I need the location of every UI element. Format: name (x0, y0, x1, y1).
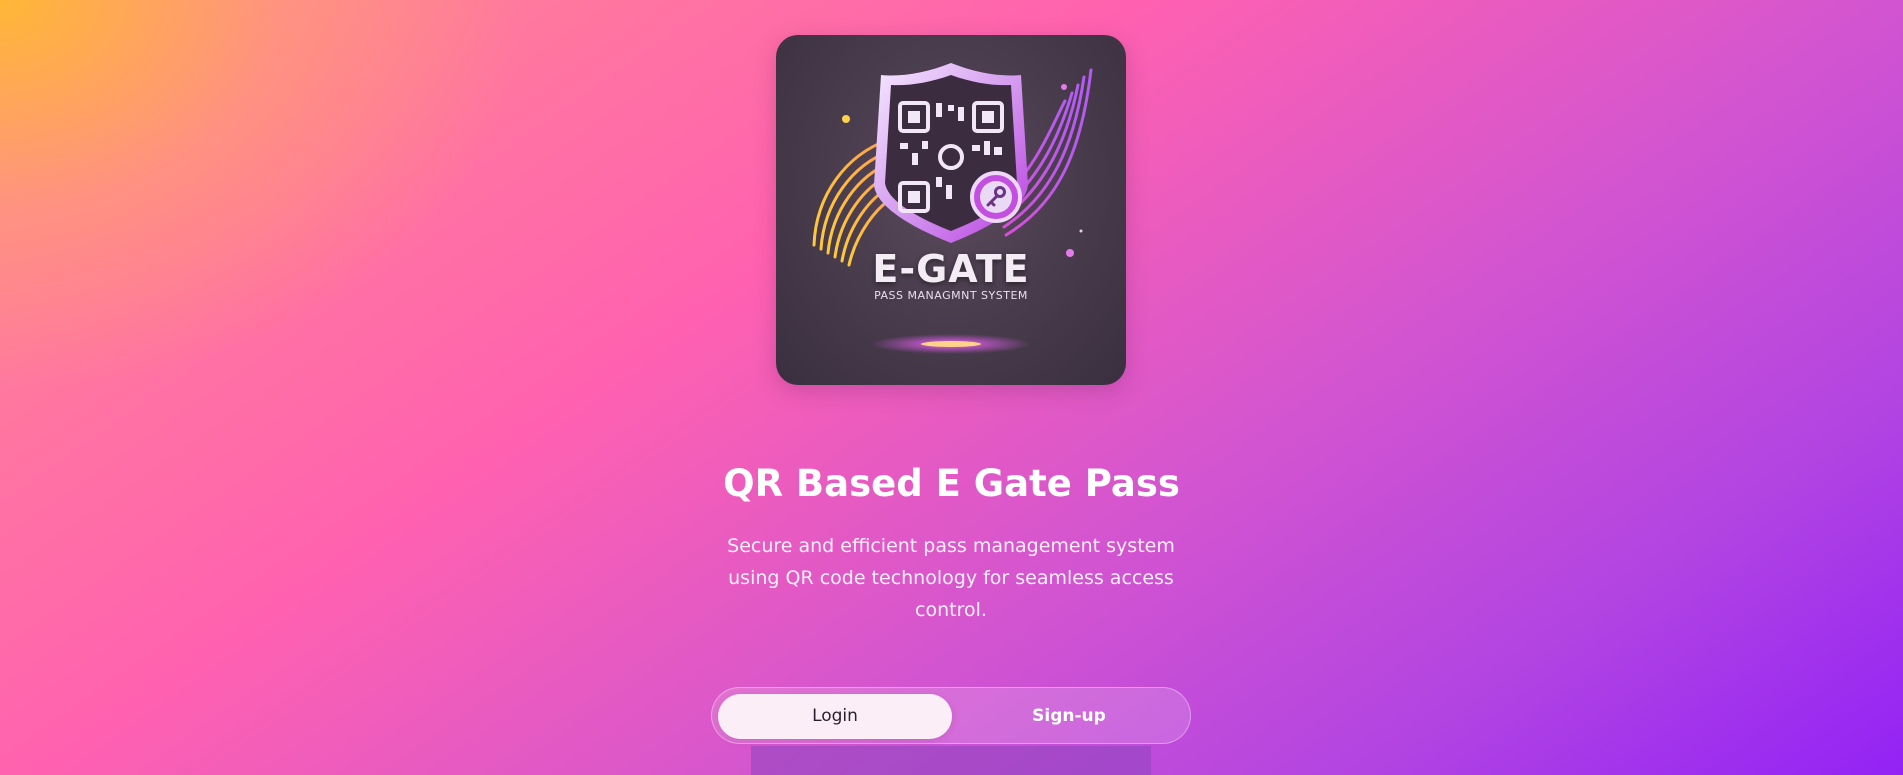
logo-brand-name: E-GATE (872, 247, 1030, 291)
auth-panel (751, 746, 1151, 775)
hero-section: E-GATE PASS MANAGMNT SYSTEM QR Based E G… (0, 0, 1903, 775)
page-title: QR Based E Gate Pass (723, 462, 1180, 505)
page-description: Secure and efficient pass management sys… (727, 535, 1175, 621)
signup-tab[interactable]: Sign-up (952, 694, 1186, 739)
logo-tagline: PASS MANAGMNT SYSTEM (874, 289, 1028, 302)
app-logo: E-GATE PASS MANAGMNT SYSTEM (776, 35, 1126, 385)
auth-toggle: Login Sign-up (711, 687, 1191, 744)
qr-shield-key-icon (812, 63, 1093, 354)
login-tab[interactable]: Login (718, 694, 952, 739)
